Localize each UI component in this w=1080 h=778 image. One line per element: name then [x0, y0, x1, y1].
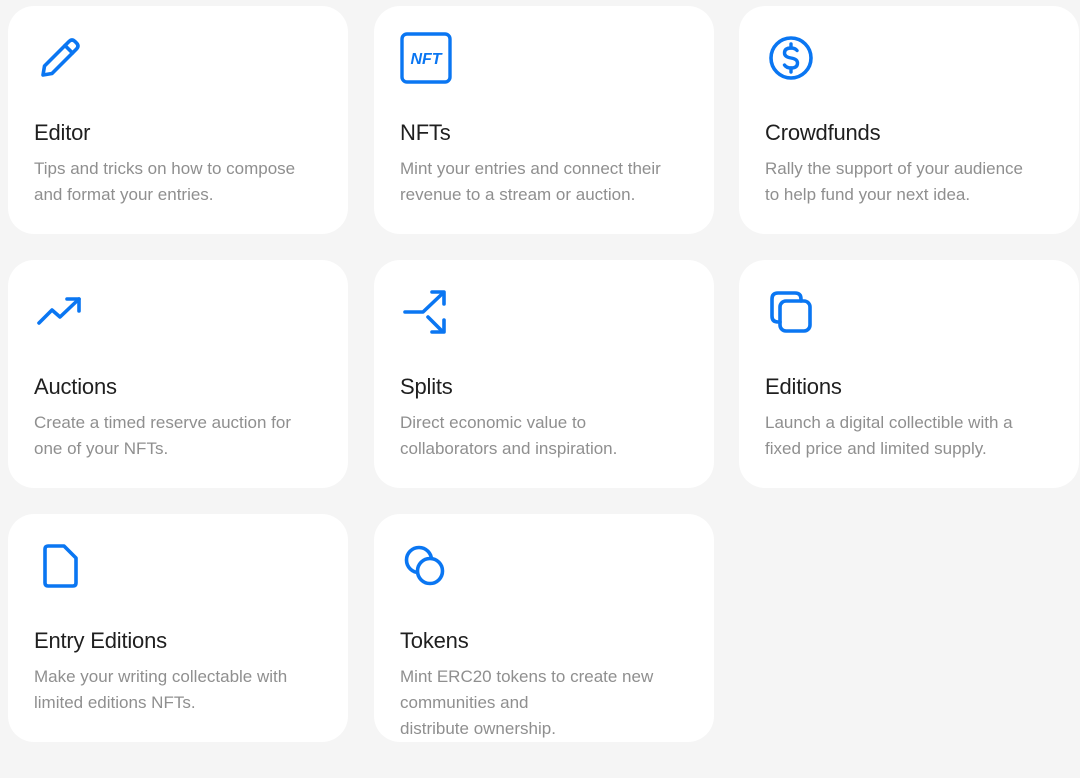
card-splits[interactable]: Splits Direct economic value to collabor…: [374, 260, 714, 488]
feature-grid: Editor Tips and tricks on how to compose…: [0, 0, 1080, 778]
pencil-icon: [34, 32, 86, 84]
card-crowdfunds[interactable]: Crowdfunds Rally the support of your aud…: [739, 6, 1079, 234]
card-title: Auctions: [34, 374, 117, 399]
card-title: Crowdfunds: [765, 120, 881, 145]
card-description: Direct economic value to collaborators a…: [400, 413, 618, 458]
document-icon: [34, 540, 86, 592]
card-title: NFTs: [400, 120, 451, 145]
dollar-coin-icon: [765, 32, 817, 84]
card-entry-editions[interactable]: Entry Editions Make your writing collect…: [8, 514, 348, 742]
nft-icon-label: NFT: [410, 51, 442, 68]
card-editor[interactable]: Editor Tips and tricks on how to compose…: [8, 6, 348, 234]
card-title: Editions: [765, 374, 842, 399]
trending-up-icon: [34, 286, 86, 338]
card-description: Launch a digital collectible with a fixe…: [765, 413, 1013, 458]
card-title: Entry Editions: [34, 628, 167, 653]
card-description: Create a timed reserve auction for one o…: [34, 413, 292, 458]
card-title: Tokens: [400, 628, 469, 653]
card-auctions[interactable]: Auctions Create a timed reserve auction …: [8, 260, 348, 488]
card-tokens[interactable]: Tokens Mint ERC20 tokens to create new c…: [374, 514, 714, 742]
card-description: Tips and tricks on how to compose and fo…: [34, 159, 296, 204]
card-title: Editor: [34, 120, 91, 145]
card-description: Mint your entries and connect their reve…: [400, 159, 661, 204]
split-arrows-icon: [400, 286, 452, 338]
card-editions[interactable]: Editions Launch a digital collectible wi…: [739, 260, 1079, 488]
nft-icon: NFT: [400, 32, 452, 84]
card-title: Splits: [400, 374, 453, 399]
copy-squares-icon: [765, 286, 817, 338]
overlapping-circles-icon: [400, 540, 452, 592]
card-description: Mint ERC20 tokens to create new communit…: [400, 667, 654, 738]
card-nfts[interactable]: NFT NFTs Mint your entries and connect t…: [374, 6, 714, 234]
card-description: Make your writing collectable with limit…: [34, 667, 288, 712]
card-description: Rally the support of your audience to he…: [765, 159, 1023, 204]
